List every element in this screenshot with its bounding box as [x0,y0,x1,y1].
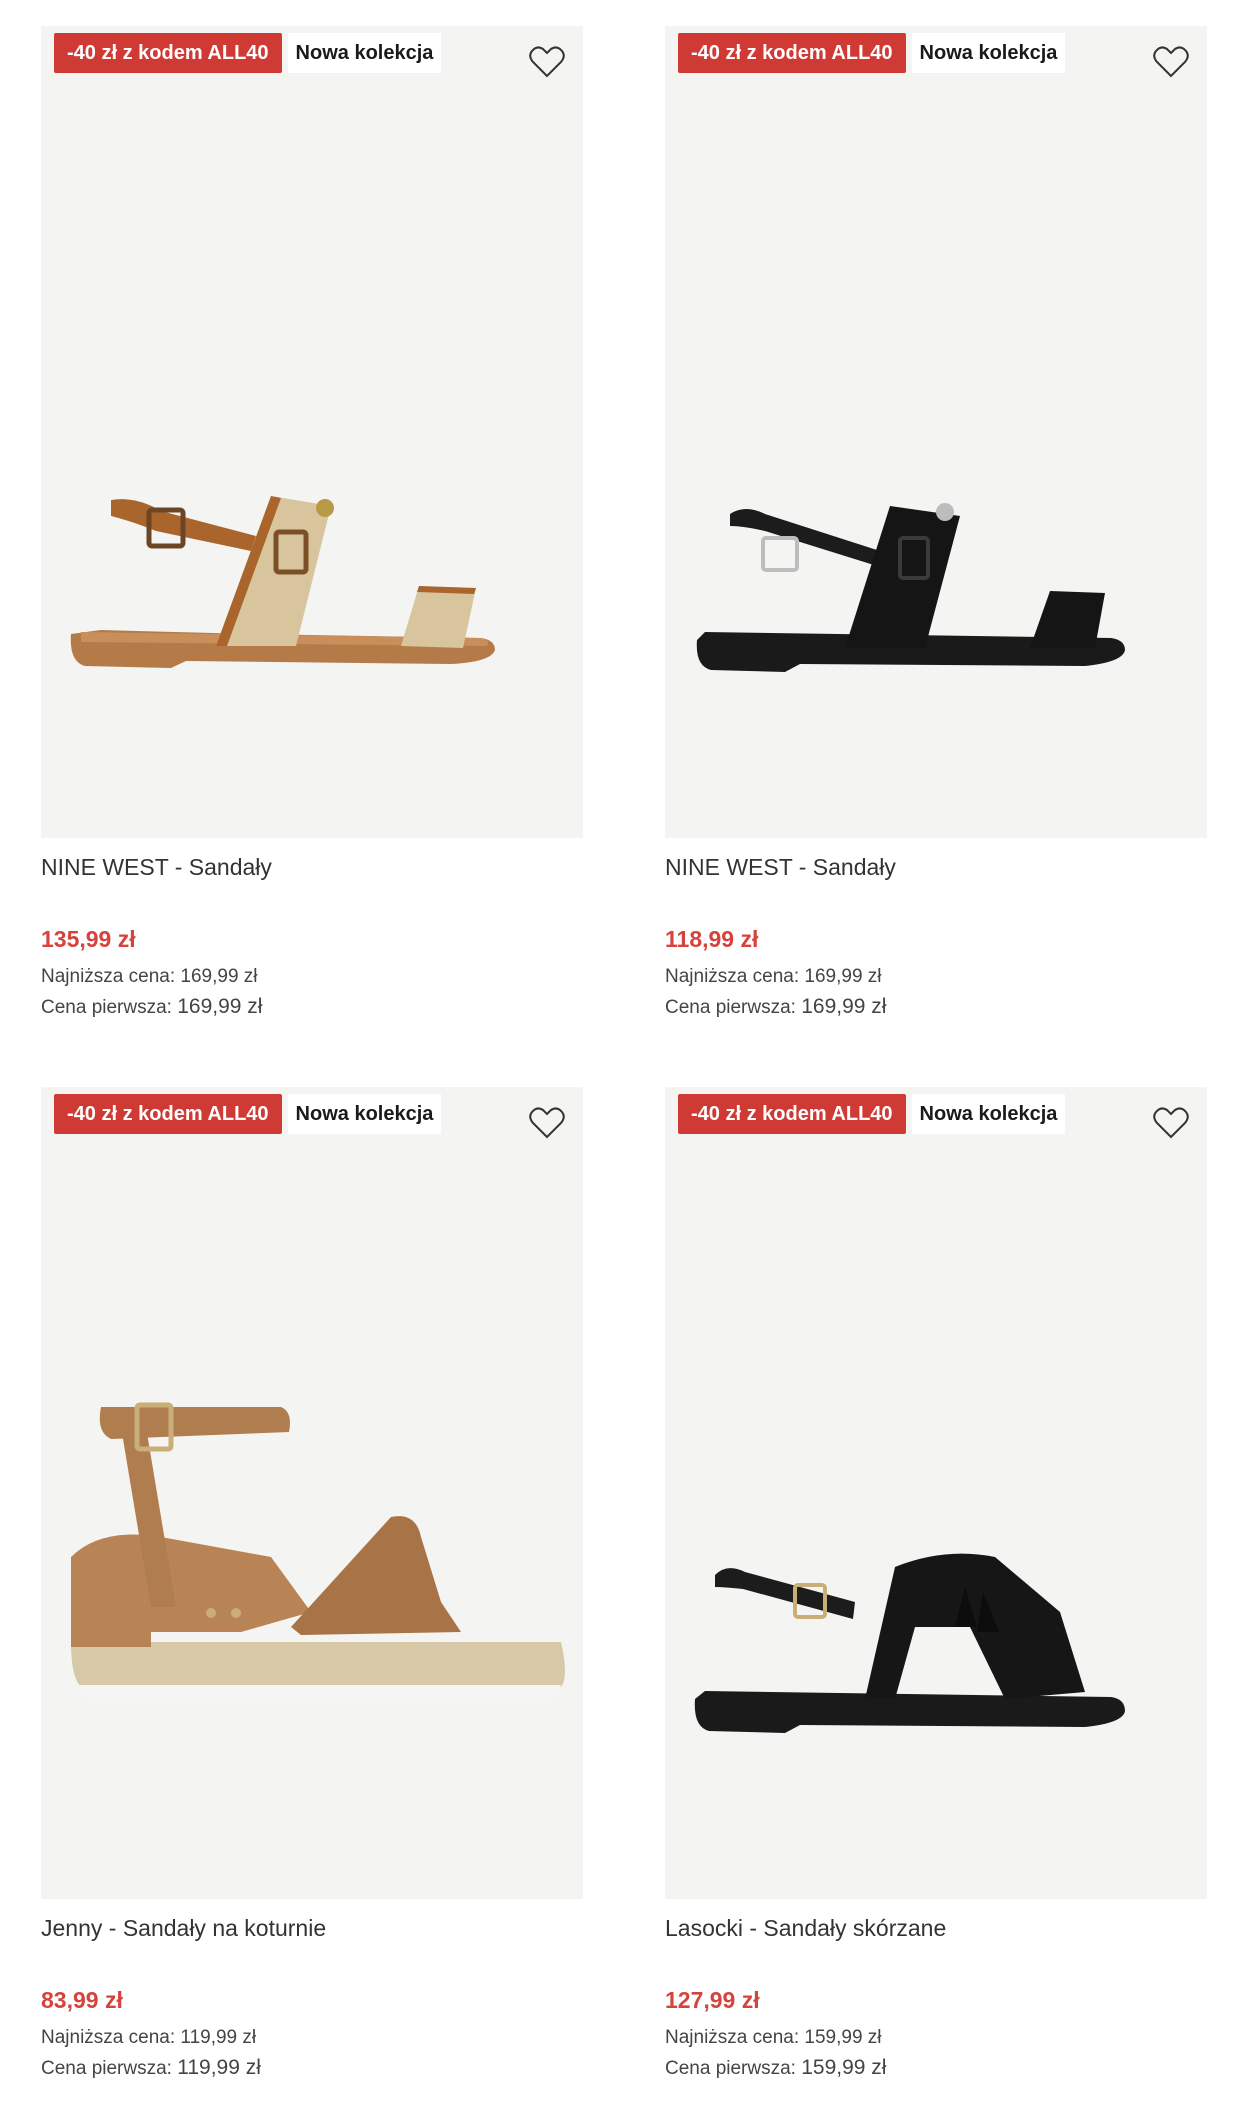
lowest-price-line: Najniższa cena: 169,99 zł [665,966,882,988]
product-badges: -40 zł z kodem ALL40 Nowa kolekcja [678,1094,1066,1134]
lowest-price-line: Najniższa cena: 169,99 zł [41,966,258,988]
product-card: -40 zł z kodem ALL40 Nowa kolekcja NINE … [41,26,583,1036]
original-price-label: Cena pierwsza: [41,997,172,1018]
product-card: -40 zł z kodem ALL40 Nowa kolekcja Jenny… [41,1087,583,2097]
original-price-value: 159,99 zł [801,2056,887,2079]
promo-badge: -40 zł z kodem ALL40 [678,33,906,73]
original-price-line: Cena pierwsza: 169,99 zł [665,995,886,1019]
product-name[interactable]: NINE WEST - Sandały [665,854,1207,881]
product-card: -40 zł z kodem ALL40 Nowa kolekcja NINE … [665,26,1207,1036]
original-price-value: 169,99 zł [177,995,263,1018]
lowest-price-line: Najniższa cena: 119,99 zł [41,2027,256,2049]
product-image-link[interactable]: -40 zł z kodem ALL40 Nowa kolekcja [665,1087,1207,1899]
product-image-link[interactable]: -40 zł z kodem ALL40 Nowa kolekcja [665,26,1207,838]
product-price: 83,99 zł [41,1987,123,2013]
original-price-line: Cena pierwsza: 169,99 zł [41,995,262,1019]
heart-outline-icon[interactable] [1151,1103,1191,1143]
product-image-link[interactable]: -40 zł z kodem ALL40 Nowa kolekcja [41,26,583,838]
product-name[interactable]: NINE WEST - Sandały [41,854,583,881]
product-price: 127,99 zł [665,1987,760,2013]
lowest-price-label: Najniższa cena: [665,966,800,987]
original-price-label: Cena pierwsza: [665,997,796,1018]
product-price: 118,99 zł [665,926,759,952]
heart-outline-icon[interactable] [527,42,567,82]
heart-outline-icon[interactable] [1151,42,1191,82]
lowest-price-value: 119,99 zł [180,2027,257,2048]
lowest-price-label: Najniższa cena: [41,966,176,987]
original-price-label: Cena pierwsza: [41,2058,172,2079]
new-collection-badge: Nowa kolekcja [287,33,442,73]
lowest-price-label: Najniższa cena: [41,2027,176,2048]
lowest-price-value: 169,99 zł [804,966,882,987]
original-price-line: Cena pierwsza: 119,99 zł [41,2056,261,2080]
product-badges: -40 zł z kodem ALL40 Nowa kolekcja [678,33,1066,73]
product-price: 135,99 zł [41,926,136,952]
product-badges: -40 zł z kodem ALL40 Nowa kolekcja [54,33,442,73]
new-collection-badge: Nowa kolekcja [911,1094,1066,1134]
lowest-price-label: Najniższa cena: [665,2027,800,2048]
lowest-price-value: 169,99 zł [180,966,258,987]
promo-badge: -40 zł z kodem ALL40 [54,1094,282,1134]
promo-badge: -40 zł z kodem ALL40 [54,33,282,73]
product-name[interactable]: Jenny - Sandały na koturnie [41,1915,583,1942]
product-card: -40 zł z kodem ALL40 Nowa kolekcja Lasoc… [665,1087,1207,2097]
promo-badge: -40 zł z kodem ALL40 [678,1094,906,1134]
original-price-value: 119,99 zł [177,2056,261,2079]
original-price-label: Cena pierwsza: [665,2058,796,2079]
product-image [70,496,496,668]
product-image [694,1553,1125,1733]
original-price-line: Cena pierwsza: 159,99 zł [665,2056,886,2080]
product-grid: -40 zł z kodem ALL40 Nowa kolekcja NINE … [0,0,1250,2123]
new-collection-badge: Nowa kolekcja [911,33,1066,73]
new-collection-badge: Nowa kolekcja [287,1094,442,1134]
lowest-price-line: Najniższa cena: 159,99 zł [665,2027,882,2049]
product-image-link[interactable]: -40 zł z kodem ALL40 Nowa kolekcja [41,1087,583,1899]
heart-outline-icon[interactable] [527,1103,567,1143]
original-price-value: 169,99 zł [801,995,887,1018]
product-badges: -40 zł z kodem ALL40 Nowa kolekcja [54,1094,442,1134]
product-image [696,503,1125,672]
product-name[interactable]: Lasocki - Sandały skórzane [665,1915,1207,1942]
lowest-price-value: 159,99 zł [804,2027,882,2048]
product-image [71,1402,565,1699]
